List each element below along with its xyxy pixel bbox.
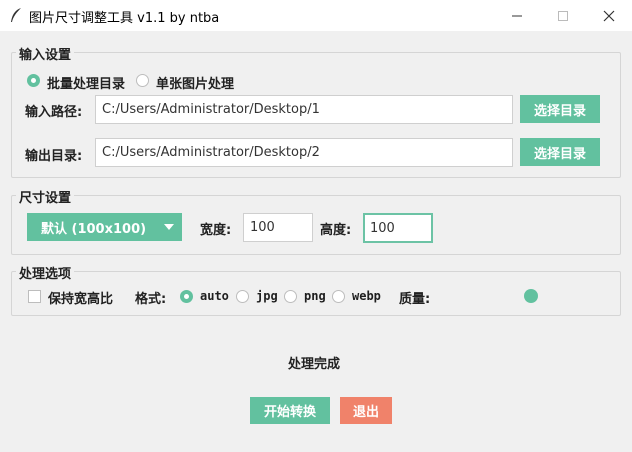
output-dir-label: 输出目录: (25, 149, 83, 164)
feather-icon (11, 8, 21, 22)
minimize-icon (512, 15, 522, 16)
size-preset-dropdown[interactable]: 默认 (100x100) (27, 213, 182, 241)
keep-ratio-label[interactable]: 保持宽高比 (48, 288, 113, 307)
width-label: 宽度: (200, 223, 232, 238)
close-button[interactable] (586, 0, 632, 31)
quality-label: 质量: (399, 292, 431, 307)
batch-mode-radio[interactable] (27, 74, 40, 87)
single-mode-label[interactable]: 单张图片处理 (156, 73, 234, 92)
format-auto-radio[interactable] (180, 290, 193, 303)
minimize-button[interactable] (494, 0, 540, 31)
format-label: 格式: (135, 292, 167, 307)
input-path-field[interactable]: C:/Users/Administrator/Desktop/1 (95, 95, 513, 124)
size-preset-value: 默认 (100x100) (41, 221, 147, 237)
status-text: 处理完成 (288, 357, 341, 372)
select-input-dir-button[interactable]: 选择目录 (520, 95, 600, 123)
format-png-radio[interactable] (284, 290, 297, 303)
quality-slider-thumb[interactable] (524, 289, 538, 303)
format-auto-label[interactable]: auto (200, 289, 229, 303)
single-mode-radio[interactable] (136, 74, 149, 87)
format-webp-label[interactable]: webp (352, 289, 381, 303)
height-field[interactable]: 100 (363, 213, 433, 243)
size-settings-label: 尺寸设置 (16, 187, 75, 206)
maximize-icon (558, 10, 568, 21)
input-settings-label: 输入设置 (16, 44, 75, 63)
output-dir-field[interactable]: C:/Users/Administrator/Desktop/2 (95, 138, 513, 167)
start-convert-button[interactable]: 开始转换 (250, 397, 330, 424)
options-label: 处理选项 (16, 263, 75, 282)
format-jpg-label[interactable]: jpg (256, 289, 278, 303)
select-output-dir-button[interactable]: 选择目录 (520, 138, 600, 166)
format-png-label[interactable]: png (304, 289, 326, 303)
window-title: 图片尺寸调整工具 v1.1 by ntba (29, 11, 220, 26)
chevron-down-icon (164, 224, 174, 230)
keep-ratio-checkbox[interactable] (28, 290, 41, 303)
input-path-label: 输入路径: (25, 105, 83, 120)
format-webp-radio[interactable] (332, 290, 345, 303)
maximize-button[interactable] (540, 0, 586, 31)
height-label: 高度: (320, 223, 352, 238)
batch-mode-label[interactable]: 批量处理目录 (47, 73, 125, 92)
format-jpg-radio[interactable] (236, 290, 249, 303)
width-field[interactable]: 100 (243, 213, 313, 242)
close-icon (603, 10, 615, 21)
exit-button[interactable]: 退出 (340, 397, 392, 424)
